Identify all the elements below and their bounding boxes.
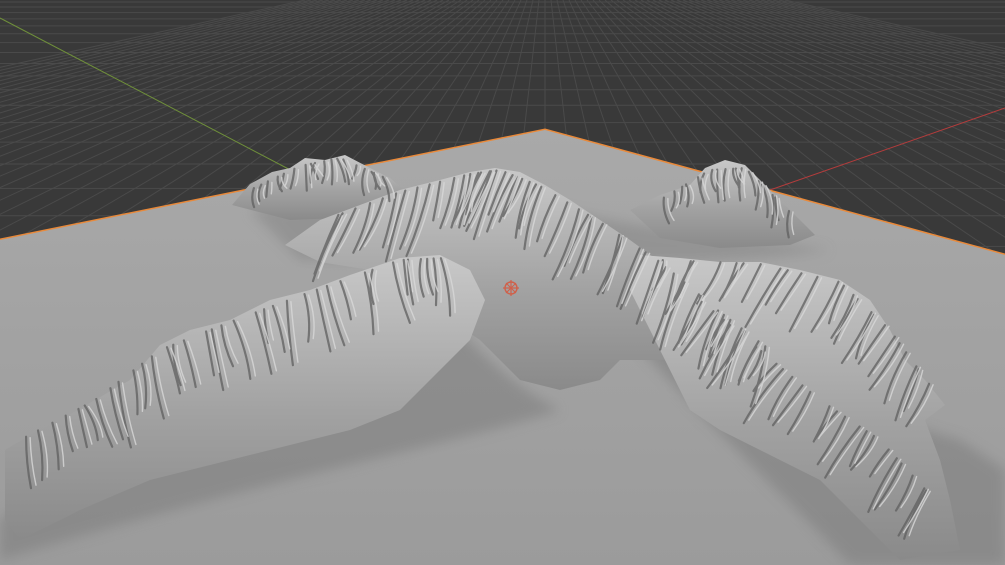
viewport-canvas[interactable] bbox=[0, 0, 1005, 565]
3d-viewport[interactable] bbox=[0, 0, 1005, 565]
